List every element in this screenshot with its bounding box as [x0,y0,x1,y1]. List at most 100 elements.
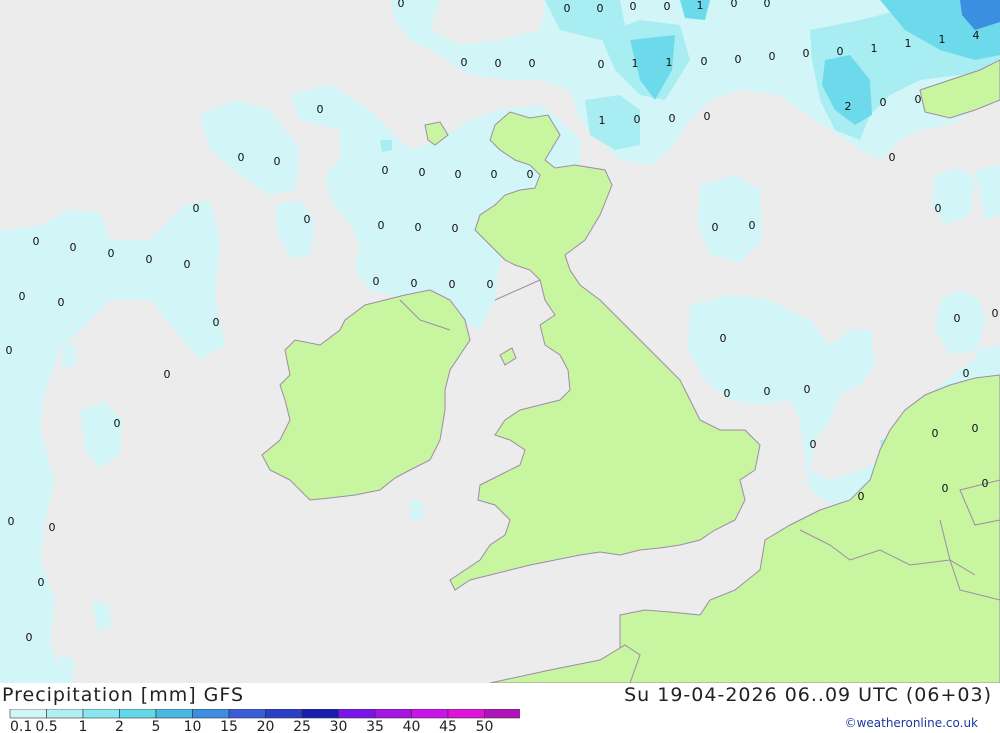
grid-value-label: 0 [184,258,191,271]
grid-value-label: 0 [238,151,245,164]
legend-label: 1 [79,719,88,733]
grid-value-label: 0 [461,56,468,69]
grid-value-label: 0 [449,278,456,291]
credit-link[interactable]: ©weatheronline.co.uk [845,716,978,730]
legend-swatch [9,709,47,719]
grid-value-label: 0 [769,50,776,63]
grid-value-label: 0 [942,482,949,495]
legend-swatches [9,709,520,719]
grid-value-label: 1 [666,56,673,69]
grid-value-label: 0 [764,385,771,398]
legend-label: 0.1 [10,719,32,733]
grid-value-label: 0 [598,58,605,71]
grid-value-label: 0 [597,2,604,15]
legend-swatch [301,709,339,719]
precipitation-legend: 0.1 0.5 1 2 5 10 15 20 25 30 35 40 45 50 [9,709,520,733]
legend-swatch [155,709,193,719]
grid-value-label: 0 [274,155,281,168]
legend-swatch [265,709,303,719]
legend-swatch [447,709,485,719]
grid-value-label: 0 [810,438,817,451]
grid-value-label: 0 [803,47,810,60]
grid-value-label: 0 [529,57,536,70]
grid-value-label: 0 [634,113,641,126]
legend-label: 25 [293,719,311,733]
grid-value-label: 0 [972,422,979,435]
grid-value-label: 0 [491,168,498,181]
grid-value-label: 4 [973,29,980,42]
legend-labels: 0.1 0.5 1 2 5 10 15 20 25 30 35 40 45 50 [10,719,493,733]
grid-value-label: 0 [954,312,961,325]
grid-value-label: 0 [932,427,939,440]
grid-value-label: 0 [33,235,40,248]
grid-value-label: 0 [704,110,711,123]
grid-value-label: 1 [905,37,912,50]
grid-value-label: 0 [38,576,45,589]
precip-area-small [410,500,424,520]
grid-value-label: 1 [871,42,878,55]
grid-value-label: 0 [213,316,220,329]
grid-value-label: 0 [487,278,494,291]
grid-value-label: 1 [632,57,639,70]
legend-label: 50 [476,719,494,733]
grid-value-label: 0 [858,490,865,503]
legend-label: 5 [152,719,161,733]
legend-swatch [192,709,230,719]
legend-footer: Precipitation [mm] GFS Su 19-04-2026 06.… [0,683,1000,733]
grid-value-label: 0 [889,151,896,164]
grid-value-label: 0 [527,168,534,181]
precip-area-small-2 [62,345,76,368]
grid-value-label: 1 [697,0,704,12]
legend-swatch [119,709,157,719]
legend-label: 2 [115,719,124,733]
grid-value-label: 0 [455,168,462,181]
grid-value-label: 0 [411,277,418,290]
precipitation-map[interactable]: 0 0 0 0 0 1 0 0 4 1 1 1 0 0 0 0 1 1 0 0 0 0 0 2 0 0 0 1 0 0 0 0 0 0 0 0 0 0 0 0… [0,0,1000,684]
legend-label: 45 [439,719,457,733]
grid-value-label: 0 [6,344,13,357]
grid-value-label: 0 [317,103,324,116]
grid-value-label: 0 [963,367,970,380]
grid-value-label: 0 [935,202,942,215]
precip-area-small-3 [380,140,392,152]
grid-value-label: 0 [382,164,389,177]
grid-value-label: 0 [193,202,200,215]
grid-value-label: 0 [108,247,115,260]
precip-area-west-6 [58,655,75,683]
grid-value-label: 0 [495,57,502,70]
grid-value-label: 0 [378,219,385,232]
grid-value-label: 0 [49,521,56,534]
legend-swatch [82,709,120,719]
grid-value-label: 0 [419,166,426,179]
legend-label: 35 [366,719,384,733]
valid-time: Su 19-04-2026 06..09 UTC (06+03) [624,684,992,706]
grid-value-label: 0 [415,221,422,234]
grid-value-label: 1 [599,114,606,127]
grid-value-label: 0 [114,417,121,430]
grid-value-label: 0 [146,253,153,266]
grid-value-label: 0 [26,631,33,644]
legend-swatch [228,709,266,719]
grid-value-label: 0 [992,307,999,320]
legend-label: 15 [220,719,238,733]
grid-value-label: 0 [880,96,887,109]
grid-value-label: 0 [373,275,380,288]
grid-value-label: 0 [630,0,637,13]
map-title: Precipitation [mm] GFS [2,684,245,706]
map-canvas: 0 0 0 0 0 1 0 0 4 1 1 1 0 0 0 0 1 1 0 0 0 0 0 2 0 0 0 1 0 0 0 0 0 0 0 0 0 0 0 0… [0,0,1000,684]
grid-value-label: 2 [845,100,852,113]
grid-value-label: 0 [731,0,738,10]
legend-swatch [411,709,449,719]
grid-value-label: 0 [701,55,708,68]
legend-swatch [46,709,84,719]
legend-label: 0.5 [35,719,57,733]
grid-value-label: 0 [58,296,65,309]
grid-value-label: 0 [664,0,671,13]
grid-value-label: 0 [8,515,15,528]
legend-label: 20 [257,719,275,733]
grid-value-label: 0 [720,332,727,345]
grid-value-label: 0 [804,383,811,396]
grid-value-label: 1 [939,33,946,46]
grid-value-label: 0 [564,2,571,15]
grid-value-label: 0 [164,368,171,381]
